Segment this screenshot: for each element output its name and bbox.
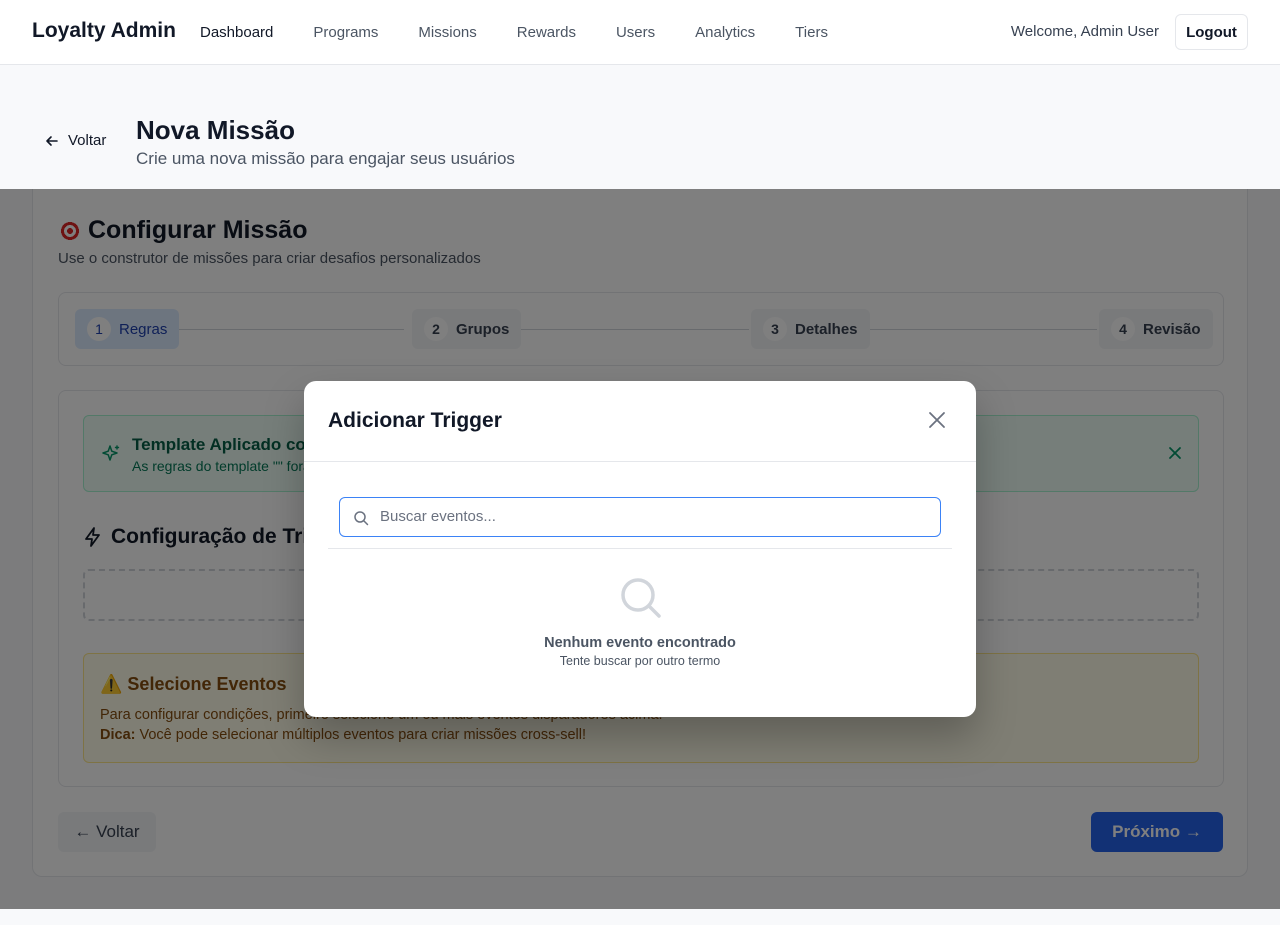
empty-state-subtitle: Tente buscar por outro termo	[559, 654, 721, 668]
empty-state-title: Nenhum evento encontrado	[544, 635, 736, 651]
back-link[interactable]: Voltar	[45, 132, 106, 149]
page-subtitle: Crie uma nova missão para engajar seus u…	[136, 149, 515, 168]
close-icon[interactable]	[928, 411, 946, 429]
search-icon	[621, 578, 661, 618]
nav-link-users[interactable]: Users	[616, 24, 655, 41]
nav-link-analytics[interactable]: Analytics	[695, 24, 755, 41]
add-trigger-modal: Adicionar Trigger Nenhum evento encontra…	[304, 381, 976, 717]
brand-logo[interactable]: Loyalty Admin	[32, 19, 176, 43]
nav-link-rewards[interactable]: Rewards	[517, 24, 576, 41]
welcome-text: Welcome, Admin User	[1010, 23, 1159, 40]
nav-links: Dashboard Programs Missions Rewards User…	[200, 0, 868, 65]
back-link-label: Voltar	[68, 132, 107, 149]
modal-title: Adicionar Trigger	[328, 409, 502, 432]
event-search-input[interactable]	[380, 498, 930, 535]
nav-link-programs[interactable]: Programs	[313, 24, 378, 41]
modal-divider	[304, 461, 976, 462]
top-navbar: Loyalty Admin Dashboard Programs Mission…	[0, 0, 1280, 65]
page-header: Voltar Nova Missão Crie uma nova missão …	[0, 65, 1280, 189]
search-icon	[354, 511, 369, 526]
arrow-left-icon	[46, 135, 58, 146]
logout-button[interactable]: Logout	[1175, 14, 1248, 50]
page-title: Nova Missão	[136, 115, 295, 145]
results-divider	[328, 548, 952, 549]
page-footer	[0, 909, 1280, 925]
nav-link-missions[interactable]: Missions	[418, 24, 476, 41]
nav-link-tiers[interactable]: Tiers	[795, 24, 828, 41]
nav-link-dashboard[interactable]: Dashboard	[200, 24, 273, 41]
event-search-field[interactable]	[339, 497, 941, 537]
